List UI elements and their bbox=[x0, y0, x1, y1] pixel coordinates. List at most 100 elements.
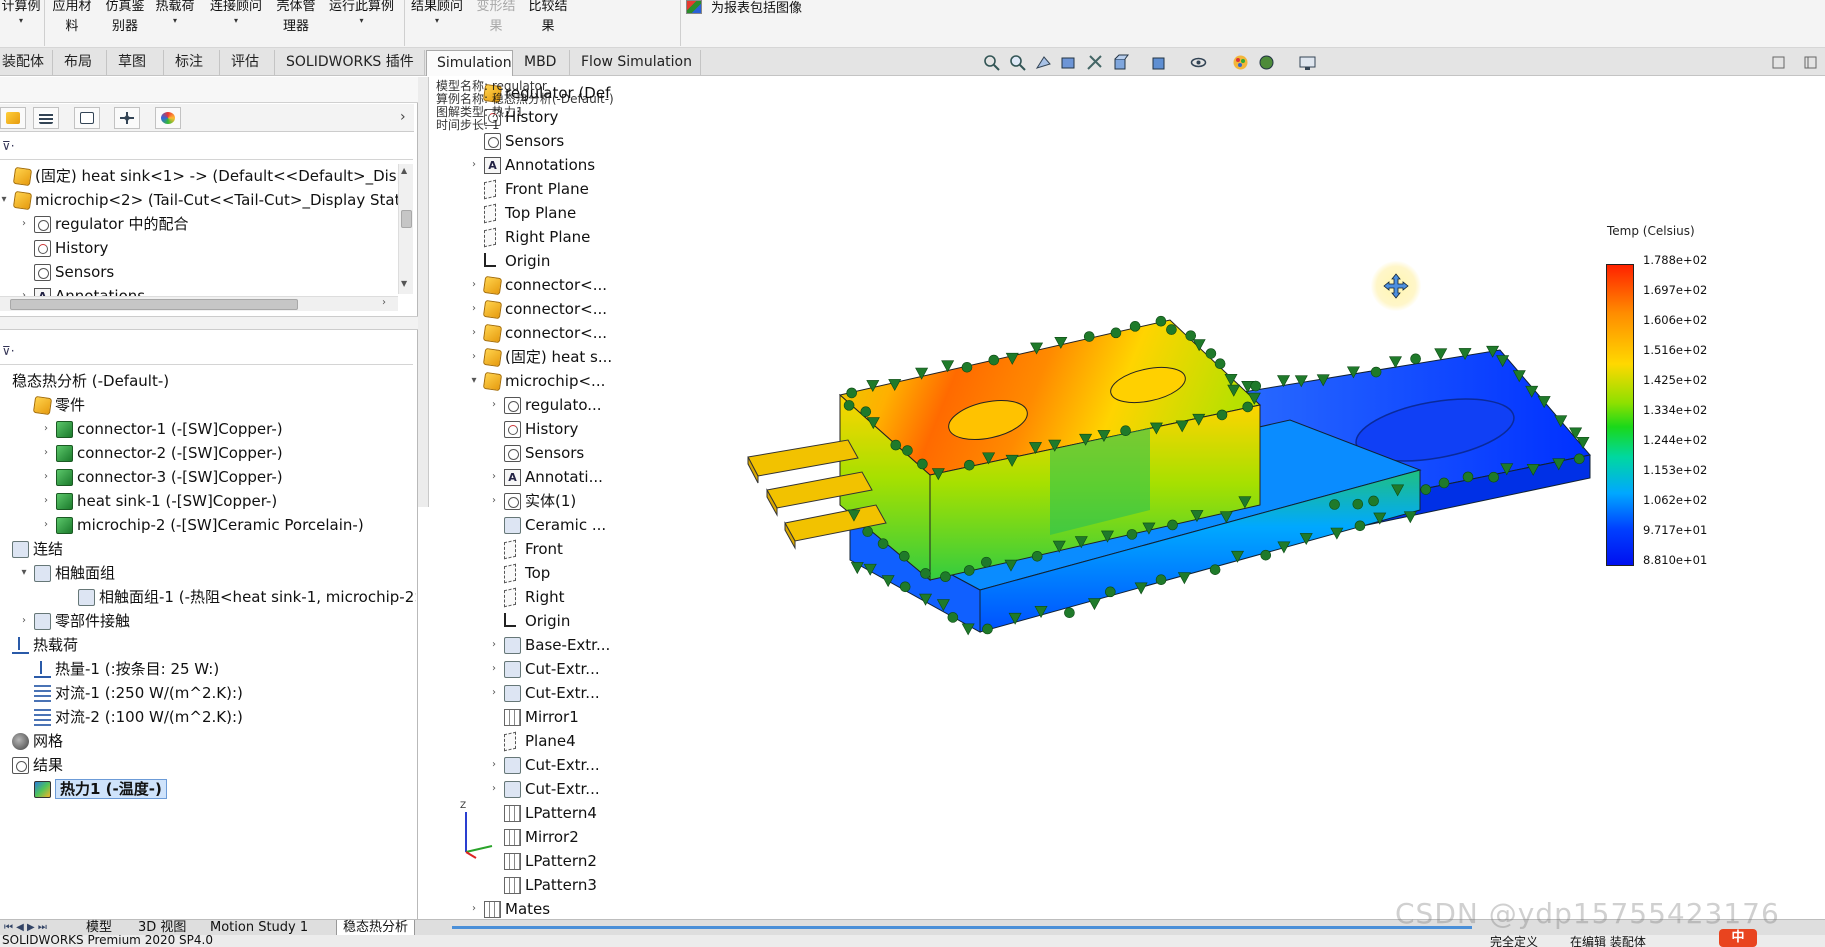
new-study-button[interactable]: 计算例 ▾ bbox=[0, 0, 42, 25]
connections-advisor-button[interactable]: 连接顾问 ▾ bbox=[205, 0, 267, 25]
expand-icon[interactable]: › bbox=[41, 423, 51, 434]
study-tree-item[interactable]: connector-2 (-[SW]Copper-) bbox=[77, 441, 283, 465]
expand-icon[interactable]: › bbox=[19, 218, 29, 229]
flyout-tree-item[interactable]: Sensors bbox=[525, 441, 584, 465]
results-advisor-button[interactable]: 结果顾问 ▾ bbox=[406, 0, 468, 25]
flyout-tree-item[interactable]: Base-Extr... bbox=[525, 633, 610, 657]
flyout-tree-item[interactable]: Right Plane bbox=[505, 225, 590, 249]
flyout-tree-item[interactable]: Front Plane bbox=[505, 177, 589, 201]
feature-tree-item[interactable]: History bbox=[55, 236, 108, 260]
study-tree-item[interactable]: heat sink-1 (-[SW]Copper-) bbox=[77, 489, 277, 513]
feature-tree-item[interactable]: Sensors bbox=[55, 260, 114, 284]
expand-icon[interactable]: › bbox=[41, 519, 51, 530]
flyout-tree-item[interactable]: Mates bbox=[505, 897, 550, 919]
flyout-tree-item[interactable]: History bbox=[525, 417, 578, 441]
tab-nav-arrows-icon[interactable]: ⏮ ◀ ▶ ⏭ bbox=[4, 922, 47, 933]
flyout-tree-item[interactable]: Cut-Extr... bbox=[525, 753, 600, 777]
pane-divider[interactable] bbox=[0, 316, 418, 330]
tab-sketch[interactable]: 草图 bbox=[108, 50, 164, 75]
study-tree-item[interactable]: connector-1 (-[SW]Copper-) bbox=[77, 417, 283, 441]
flyout-tree-item[interactable]: Plane4 bbox=[525, 729, 576, 753]
tab-solidworks-addins[interactable]: SOLIDWORKS 插件 bbox=[276, 50, 425, 75]
study-tree-item[interactable]: 对流-2 (:100 W/(m^2.K):) bbox=[55, 705, 243, 729]
flyout-tree-item[interactable]: microchip<... bbox=[505, 369, 605, 393]
expand-icon[interactable]: › bbox=[19, 615, 29, 626]
close-panel-icon[interactable] bbox=[1802, 54, 1819, 71]
flyout-tree-item[interactable]: Cut-Extr... bbox=[525, 777, 600, 801]
study-tree-item[interactable]: 热量-1 (:按条目: 25 W:) bbox=[55, 657, 219, 681]
flyout-tree-item[interactable]: Front bbox=[525, 537, 563, 561]
tab-markup[interactable]: 标注 bbox=[165, 50, 220, 75]
flyout-tree-item[interactable]: Mirror2 bbox=[525, 825, 579, 849]
study-tree-item[interactable]: 热力1 (-温度-) bbox=[55, 777, 167, 801]
tab-layout[interactable]: 布局 bbox=[54, 50, 107, 75]
flyout-tree-item[interactable]: regulato... bbox=[525, 393, 602, 417]
expand-icon[interactable]: › bbox=[489, 495, 499, 506]
bottom-scrollbar[interactable] bbox=[452, 926, 1472, 929]
flyout-tree-item[interactable]: 实体(1) bbox=[525, 489, 576, 513]
feature-tree-hscroll[interactable]: › bbox=[0, 296, 398, 311]
simulation-evaluator-button[interactable]: 仿真鉴 别器 bbox=[101, 0, 149, 37]
flyout-tree-item[interactable]: connector<... bbox=[505, 321, 607, 345]
feature-tree-item[interactable]: (固定) heat sink<1> -> (Default<<Default>_… bbox=[35, 164, 400, 188]
expand-icon[interactable]: › bbox=[41, 447, 51, 458]
flyout-tree-item[interactable]: LPattern2 bbox=[525, 849, 597, 873]
chevron-right-icon[interactable]: › bbox=[400, 109, 406, 125]
expand-icon[interactable]: › bbox=[41, 471, 51, 482]
expand-icon[interactable]: › bbox=[489, 471, 499, 482]
tab-evaluate[interactable]: 评估 bbox=[221, 50, 275, 75]
collapse-icon[interactable]: ▾ bbox=[469, 375, 479, 386]
expand-icon[interactable]: › bbox=[469, 303, 479, 314]
expand-icon[interactable]: › bbox=[489, 687, 499, 698]
tab-feature-tree[interactable] bbox=[0, 107, 26, 129]
flyout-tree-item[interactable]: Mirror1 bbox=[525, 705, 579, 729]
expand-icon[interactable]: › bbox=[469, 159, 479, 170]
view-orientation-icon[interactable] bbox=[1112, 54, 1129, 71]
feature-tree-vscroll[interactable]: ▲ ▼ bbox=[398, 164, 413, 294]
apply-material-button[interactable]: 应用材料 bbox=[48, 0, 96, 37]
study-tree-item[interactable]: 稳态热分析 (-Default-) bbox=[12, 369, 169, 393]
study-tree-item[interactable]: 网格 bbox=[33, 729, 63, 753]
tab-3d-view[interactable]: 3D 视图 bbox=[132, 920, 192, 936]
feature-tree-item[interactable]: microchip<2> (Tail-Cut<<Tail-Cut>_Displa… bbox=[35, 188, 400, 212]
flyout-tree-item[interactable]: Sensors bbox=[505, 129, 564, 153]
flyout-tree-item[interactable]: LPattern3 bbox=[525, 873, 597, 897]
flyout-tree-item[interactable]: Cut-Extr... bbox=[525, 681, 600, 705]
tab-mbd[interactable]: MBD bbox=[514, 50, 570, 75]
dynamic-annotation-icon[interactable] bbox=[1086, 54, 1103, 71]
expand-icon[interactable]: › bbox=[469, 903, 479, 914]
hide-show-items-icon[interactable] bbox=[1190, 54, 1207, 71]
previous-view-icon[interactable] bbox=[1035, 54, 1052, 71]
ime-indicator[interactable]: 中 bbox=[1719, 929, 1757, 947]
run-study-button[interactable]: 运行此算例 ▾ bbox=[324, 0, 399, 25]
expand-icon[interactable]: › bbox=[469, 279, 479, 290]
flyout-tree-item[interactable]: Right bbox=[525, 585, 565, 609]
study-tree-item[interactable]: 零部件接触 bbox=[55, 609, 130, 633]
tab-property-manager[interactable] bbox=[33, 107, 59, 129]
expand-icon[interactable]: › bbox=[489, 783, 499, 794]
feature-filter-bar[interactable]: ⊽· bbox=[0, 132, 413, 160]
tab-assembly[interactable]: 装配体 bbox=[0, 50, 53, 75]
tab-configuration-manager[interactable] bbox=[74, 107, 100, 129]
expand-icon[interactable]: › bbox=[489, 399, 499, 410]
expand-icon[interactable]: › bbox=[489, 759, 499, 770]
tab-dimxpert-manager[interactable] bbox=[114, 107, 140, 129]
expand-icon[interactable]: › bbox=[469, 351, 479, 362]
compare-results-button[interactable]: 比较结果 bbox=[523, 0, 573, 37]
thermal-plot-model[interactable] bbox=[740, 300, 1620, 680]
deformed-result-button[interactable]: 变形结果 bbox=[472, 0, 520, 37]
study-tree-item[interactable]: connector-3 (-[SW]Copper-) bbox=[77, 465, 283, 489]
flyout-tree-item[interactable]: connector<... bbox=[505, 297, 607, 321]
tab-display-manager[interactable] bbox=[155, 107, 181, 129]
flyout-tree-item[interactable]: Top bbox=[525, 561, 550, 585]
flyout-tree-item[interactable]: Ceramic ... bbox=[525, 513, 606, 537]
study-tree-item[interactable]: 结果 bbox=[33, 753, 63, 777]
expand-icon[interactable]: › bbox=[41, 495, 51, 506]
flyout-tree-item[interactable]: connector<... bbox=[505, 273, 607, 297]
flyout-tree-item[interactable]: Annotati... bbox=[525, 465, 603, 489]
study-tree-item[interactable]: 相触面组-1 (-热阻<heat sink-1, microchip-2>-) bbox=[99, 585, 416, 609]
edit-appearance-icon[interactable] bbox=[1232, 54, 1249, 71]
restore-panel-icon[interactable] bbox=[1770, 54, 1787, 71]
zoom-to-fit-icon[interactable] bbox=[983, 54, 1000, 71]
thermal-loads-button[interactable]: 热载荷 ▾ bbox=[153, 0, 197, 25]
